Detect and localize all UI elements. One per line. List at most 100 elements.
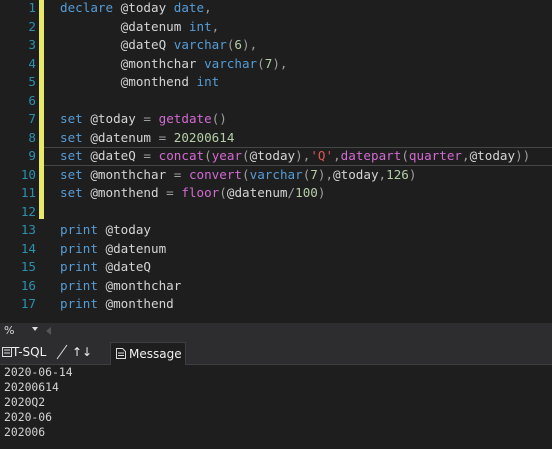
code-token: ), [272,55,288,71]
code-line[interactable]: 17 print @monthend [0,295,552,314]
code-token: datepart [340,148,402,163]
code-line[interactable]: 7 set @today = getdate() [0,110,552,129]
code-line[interactable]: 10 set @monthchar = convert(varchar(7),@t… [0,166,552,185]
code-token: @today [249,148,296,163]
code-token: , [211,18,220,34]
message-output-pane[interactable]: 2020-06-14 20200614 2020Q2 2020-06 20200… [0,365,552,449]
code-token: @today [82,111,144,126]
code-token: @today [97,222,152,237]
code-token: @monthchar [82,166,174,182]
code-line[interactable]: 4 @monthchar varchar(7), [0,55,552,74]
code-token: set [60,111,83,126]
code-line[interactable]: 3 @dateQ varchar(6), [0,36,552,55]
code-text: print @datenum [60,240,166,259]
code-editor[interactable]: 1 declare @today date, 2 @datenum int, 3 @d… [0,0,552,321]
code-token: @today [469,148,516,163]
code-token: print [60,222,98,237]
line-number: 8 [28,129,36,145]
code-token: convert [188,166,243,182]
line-number: 3 [28,37,36,52]
code-token: @dateQ [60,37,174,52]
code-token: set [60,148,83,163]
code-text: print @monthchar [60,277,181,296]
code-token: = [143,148,152,163]
code-token: @today [113,0,174,15]
code-token: ) [317,185,326,200]
code-token: varchar [173,37,227,52]
output-line: 20200614 [4,380,59,394]
code-text: declare @today date, [60,0,212,18]
code-line[interactable]: 1 declare @today date, [0,0,552,18]
code-line[interactable]: 12 [0,203,552,222]
code-token: ), [317,166,334,182]
code-token: @monthend [97,296,174,311]
code-text: print @monthend [60,295,174,314]
code-line[interactable]: 11 set @monthend = floor(@datenum/100) [0,184,552,203]
line-number: 11 [20,185,36,200]
tab-tsql-label: T-SQL [12,345,47,359]
code-token: 126 [386,166,409,182]
code-token: @dateQ [82,148,144,163]
code-line[interactable]: 13 print @today [0,221,552,240]
code-token: = [143,111,152,126]
code-token: varchar [204,55,258,71]
code-token: ( [242,166,250,182]
code-token: print [60,259,98,274]
code-line[interactable]: 2 @datenum int, [0,18,552,37]
sort-icon: ↑↓ [72,345,93,359]
code-token: ), [295,148,311,163]
tab-tsql[interactable]: T-SQL [0,340,68,364]
line-number: 10 [20,166,36,182]
code-line[interactable]: 16 print @monthchar [0,277,552,296]
code-token: 'Q' [310,148,334,163]
code-token: varchar [249,166,303,182]
code-line[interactable]: 8 set @datenum = 20200614 [0,129,552,148]
zoom-dropdown-icon[interactable] [32,327,38,331]
line-number: 15 [20,259,36,274]
code-token: = [166,185,174,200]
code-token: ), [242,37,258,52]
code-token: ( [401,148,409,163]
code-token: , [204,0,212,15]
line-number: 16 [20,277,36,293]
line-number: 12 [20,203,36,219]
code-token: set [60,166,83,182]
code-token: @datenum [226,185,288,200]
tsql-icon [2,347,12,357]
output-line: 2020Q2 [4,395,46,409]
code-token: )) [515,148,531,163]
tab-message[interactable]: Message [110,342,186,365]
code-text: set @monthchar = convert(varchar(7),@tod… [60,166,416,185]
code-token: print [60,277,98,293]
code-token: print [60,296,98,311]
code-text: set @datenum = 20200614 [60,129,234,148]
message-icon [116,348,126,359]
code-token: () [211,111,227,126]
code-token: concat [158,148,205,163]
code-token: ( [219,185,227,200]
sort-toggle[interactable]: ↑↓ [70,340,106,364]
code-line[interactable]: 14 print @datenum [0,240,552,259]
code-token: 100 [295,185,318,200]
code-token: int [196,74,220,89]
code-token: @monthend [60,74,197,89]
line-number: 14 [20,240,36,256]
code-token: set [60,129,83,145]
code-line[interactable]: 6 [0,92,552,111]
code-text: print @today [60,221,151,240]
code-token: floor [181,185,220,200]
code-line[interactable]: 5 @monthend int [0,73,552,92]
scroll-left-icon[interactable] [46,327,51,335]
code-token: , [333,148,341,163]
line-number: 6 [28,92,36,108]
zoom-level[interactable]: % [4,324,14,337]
code-token: @monthend [82,185,167,200]
code-text: @dateQ varchar(6), [60,36,258,55]
code-token: date [173,0,205,15]
code-line[interactable]: 9 set @dateQ = concat(year(@today),'Q',da… [0,147,552,166]
code-line[interactable]: 15 print @dateQ [0,258,552,277]
code-token: @datenum [82,129,159,145]
